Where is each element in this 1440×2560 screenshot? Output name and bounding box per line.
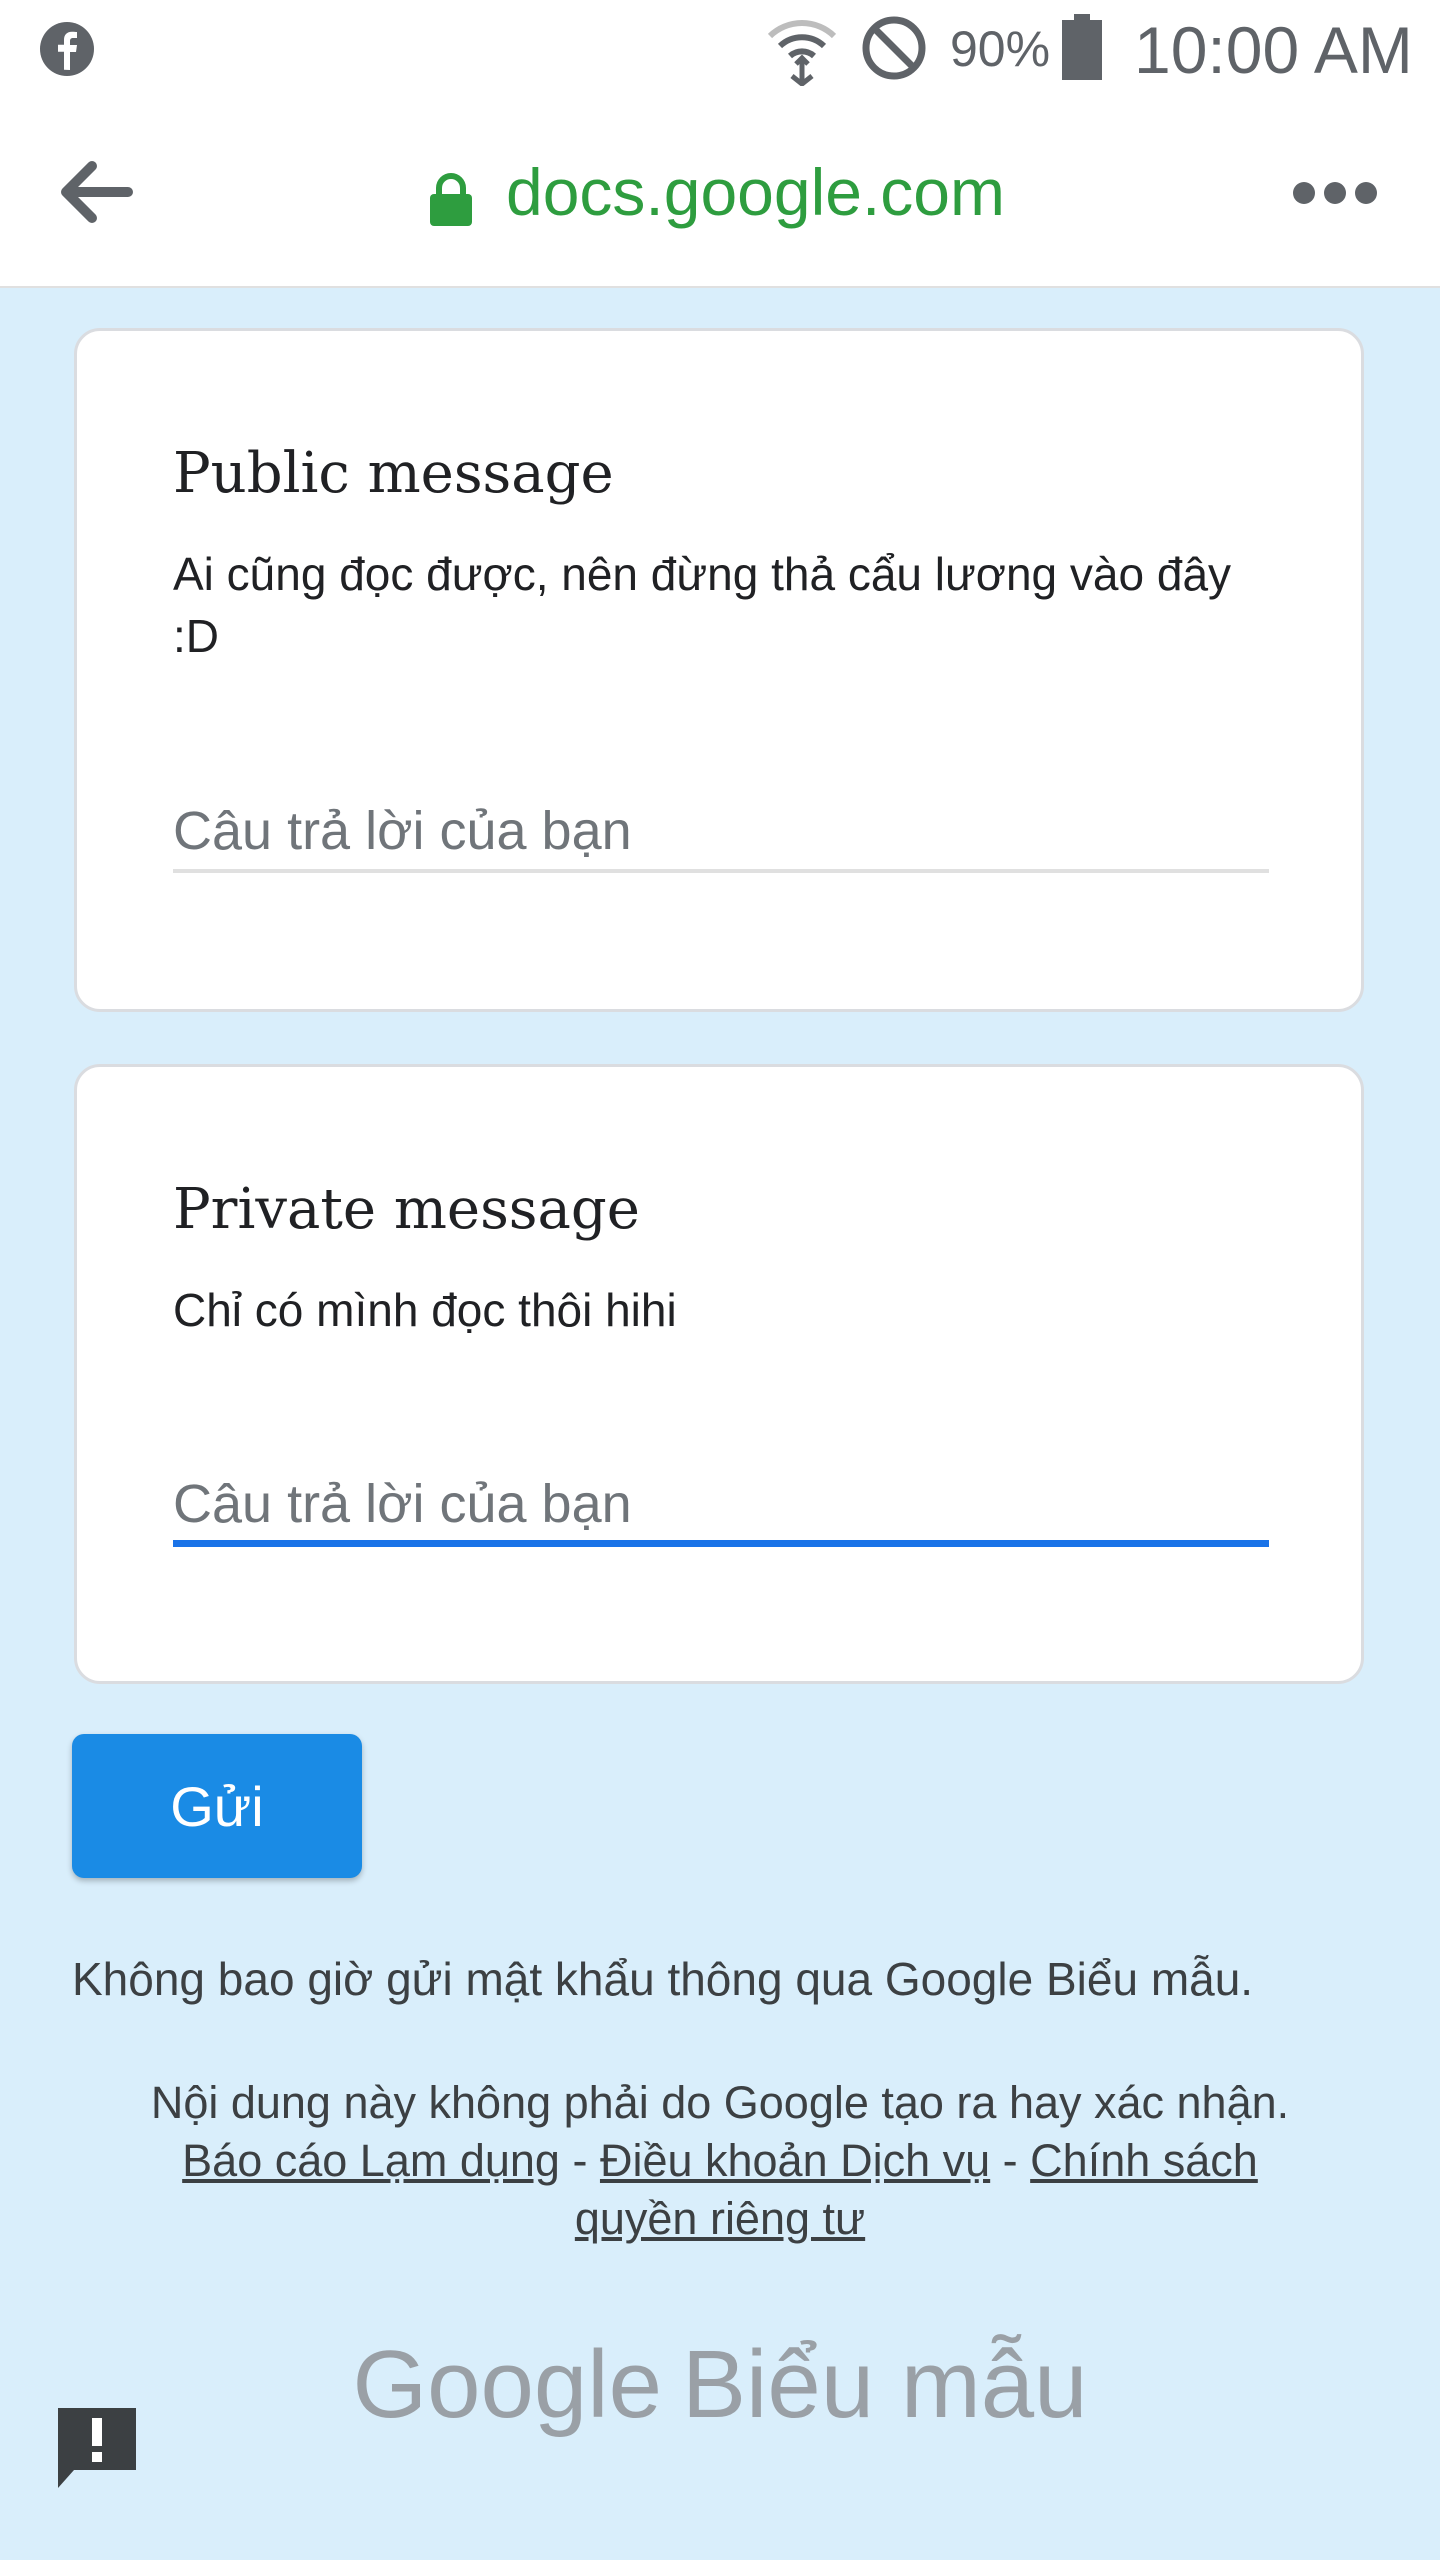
disclaimer-text: Nội dung này không phải do Google tạo ra… (150, 2077, 1290, 2128)
clock: 10:00 AM (1134, 13, 1413, 87)
status-bar: 90% 10:00 AM (0, 0, 1440, 100)
terms-link[interactable]: Điều khoản Dịch vụ (600, 2135, 990, 2186)
private-message-input[interactable] (173, 1467, 1269, 1547)
question-title: Private message (173, 1177, 640, 1242)
question-card-public: Public message Ai cũng đọc được, nên đừn… (74, 328, 1364, 1012)
url-display[interactable]: docs.google.com (506, 154, 1005, 230)
wifi-icon (767, 20, 837, 86)
question-card-private: Private message Chỉ có mình đọc thôi hih… (74, 1064, 1364, 1684)
submit-button[interactable]: Gửi (72, 1734, 362, 1878)
question-description: Ai cũng đọc được, nên đừng thả cẩu lương… (173, 548, 1232, 662)
question-title: Public message (173, 441, 614, 506)
separator: - (559, 2135, 600, 2186)
feedback-icon[interactable] (54, 2404, 140, 2490)
footer-disclaimer: Nội dung này không phải do Google tạo ra… (120, 2074, 1320, 2248)
do-not-disturb-icon (862, 16, 926, 80)
battery-icon (1062, 14, 1102, 80)
browser-toolbar: docs.google.com (0, 100, 1440, 288)
more-options-icon[interactable] (1290, 176, 1380, 210)
public-message-input[interactable] (173, 793, 1269, 873)
facebook-icon (40, 22, 94, 76)
password-notice: Không bao giờ gửi mật khẩu thông qua Goo… (72, 1953, 1254, 2005)
back-arrow-icon[interactable] (58, 160, 134, 224)
battery-percent: 90% (950, 21, 1051, 77)
separator: - (990, 2135, 1031, 2186)
forms-wordmark: Biểu mẫu (682, 2331, 1088, 2438)
lock-icon (430, 173, 472, 226)
question-description: Chỉ có mình đọc thôi hihi (173, 1284, 677, 1336)
google-wordmark: Google (352, 2331, 662, 2438)
report-abuse-link[interactable]: Báo cáo Lạm dụng (182, 2135, 560, 2186)
google-forms-logo: Google Biểu mẫu (0, 2330, 1440, 2440)
